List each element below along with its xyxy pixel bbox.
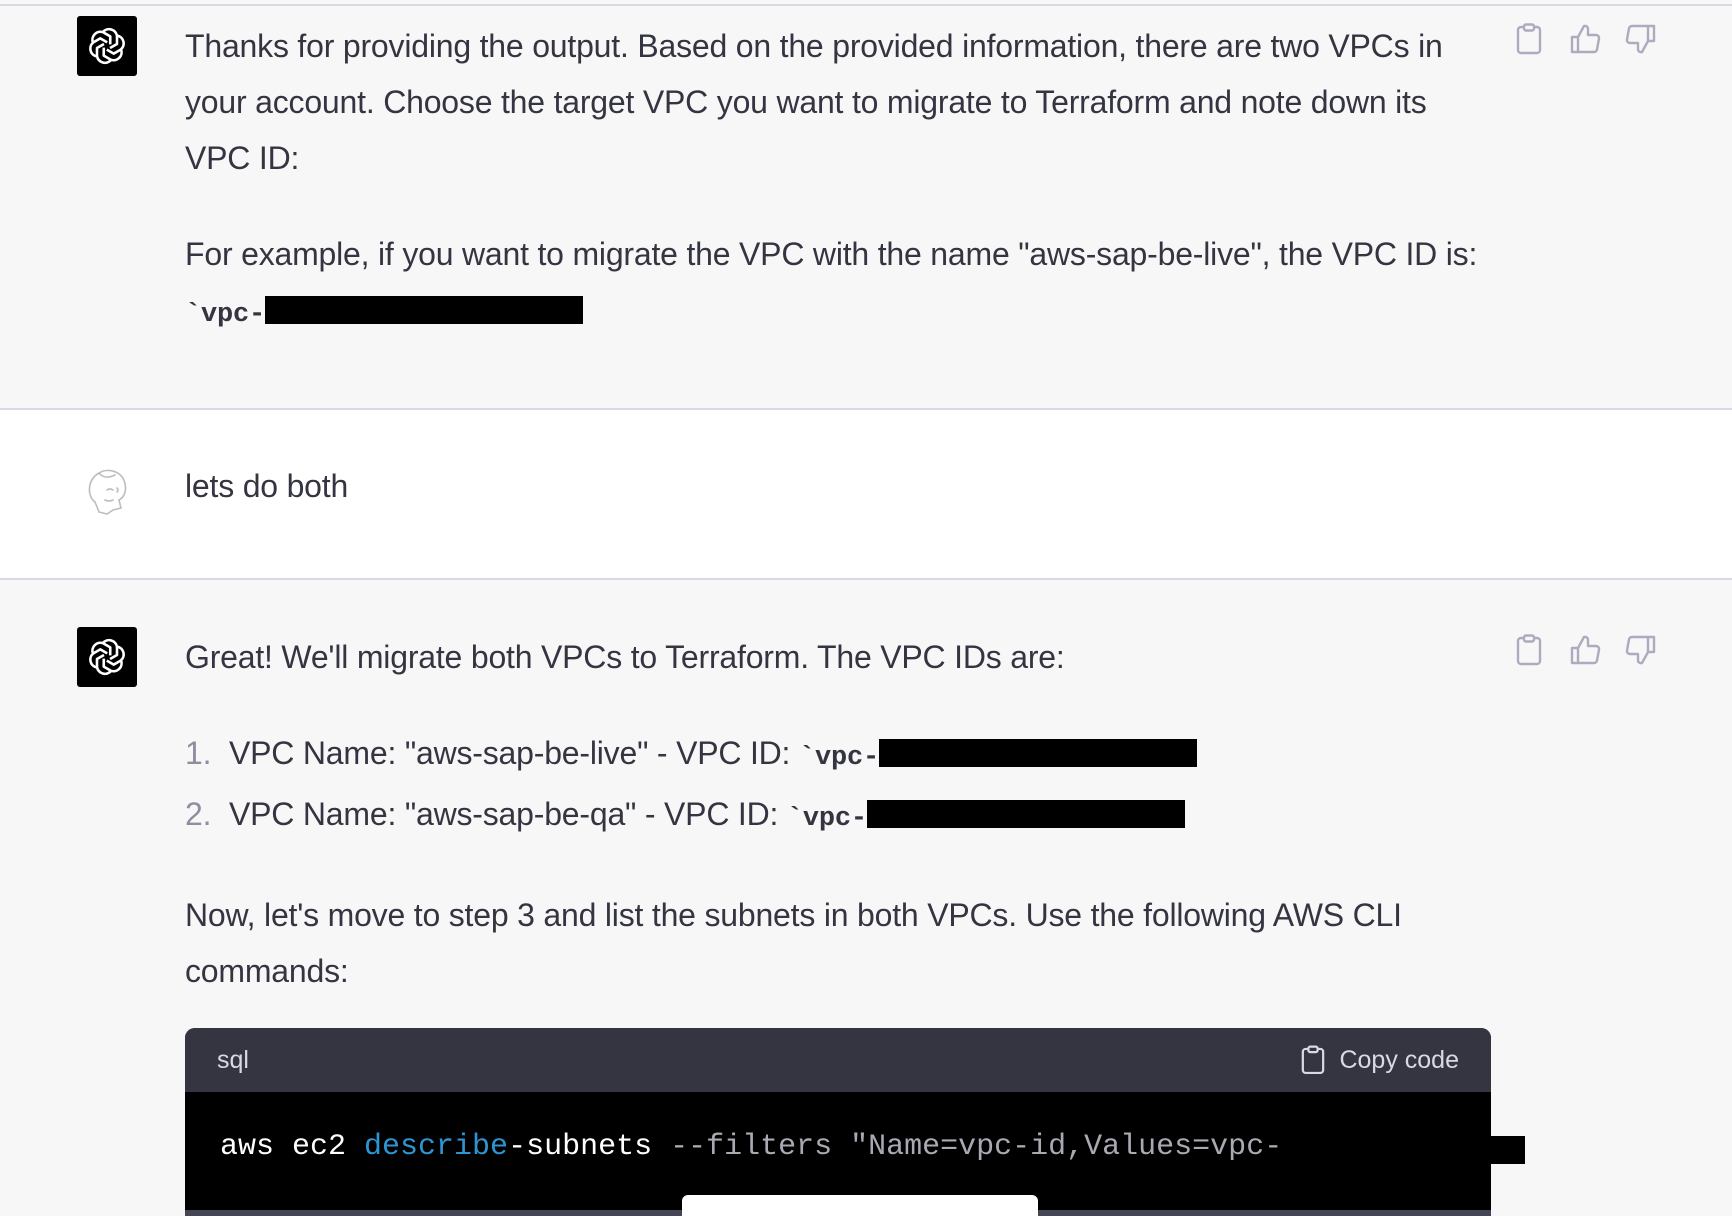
copy-code-button[interactable]: Copy code [1301,1045,1459,1075]
code-content: aws ec2 describe-subnets --filters "Name… [185,1092,1491,1202]
openai-logo-icon [89,27,125,65]
code-token: describe [364,1130,509,1164]
list-item-text: VPC Name: "aws-sap-be-qa" - VPC ID: [229,796,787,832]
user-avatar [77,460,137,520]
clipboard-icon [1302,1045,1325,1075]
vpc-id-code: `vpc- [786,804,867,834]
list-number: 1. [185,735,212,771]
redacted-block [866,799,1185,828]
top-divider [0,4,1732,6]
thumbs-up-icon [1570,24,1601,54]
message-actions [1512,22,1658,56]
vpc-id-code: `vpc- [185,300,266,330]
popup-overlay [682,1195,1038,1216]
copy-message-button[interactable] [1512,633,1546,667]
code-token: --filters "Name=vpc-id,Values=vpc- [670,1130,1283,1164]
copy-message-button[interactable] [1512,22,1546,56]
openai-logo-icon [89,638,125,676]
message-paragraph: Thanks for providing the output. Based o… [185,28,1443,176]
user-message: lets do both [0,410,1732,578]
assistant-avatar [77,627,137,687]
thumbs-up-icon [1570,635,1601,665]
code-block-header: sql Copy code [185,1028,1491,1092]
code-block: sql Copy code aws ec2 describe-subnets -… [185,1028,1491,1216]
list-item: 2. VPC Name: "aws-sap-be-qa" - VPC ID: `v… [185,786,1505,847]
redacted-block [1491,1136,1525,1164]
clipboard-icon [1516,23,1542,55]
thumbs-down-button[interactable] [1624,633,1658,667]
list-number: 2. [185,796,212,832]
assistant-avatar [77,16,137,76]
message-paragraph: Now, let's move to step 3 and list the s… [185,897,1402,989]
copy-code-label: Copy code [1339,1045,1459,1074]
assistant-message-1-text: Thanks for providing the output. Based o… [185,18,1485,343]
code-token: aws ec2 [220,1130,365,1164]
list-item-text: VPC Name: "aws-sap-be-live" - VPC ID: [229,735,799,771]
vpc-list: 1. VPC Name: "aws-sap-be-live" - VPC ID: … [185,725,1505,847]
redacted-block [265,295,584,324]
code-token: -subnets [508,1130,671,1164]
user-message-text: lets do both [185,458,348,514]
redacted-block [878,738,1197,767]
message-text: For example, if you want to migrate the … [185,236,1478,272]
thumbs-down-icon [1625,24,1656,54]
assistant-message-1: Thanks for providing the output. Based o… [0,0,1732,408]
message-paragraph: Great! We'll migrate both VPCs to Terraf… [185,639,1065,675]
clipboard-icon [1516,634,1542,666]
vpc-id-code: `vpc- [798,743,879,773]
message-paragraph: lets do both [185,468,349,504]
code-language-label: sql [217,1045,249,1074]
thumbs-down-button[interactable] [1624,22,1658,56]
message-actions [1512,633,1658,667]
list-item: 1. VPC Name: "aws-sap-be-live" - VPC ID: … [185,725,1505,786]
message-paragraph: For example, if you want to migrate the … [185,226,1485,343]
user-avatar-icon [88,469,127,515]
chat-page: Thanks for providing the output. Based o… [0,0,1732,1216]
thumbs-up-button[interactable] [1568,22,1602,56]
assistant-message-2-text: Great! We'll migrate both VPCs to Terraf… [185,629,1505,999]
thumbs-down-icon [1625,635,1656,665]
thumbs-up-button[interactable] [1568,633,1602,667]
